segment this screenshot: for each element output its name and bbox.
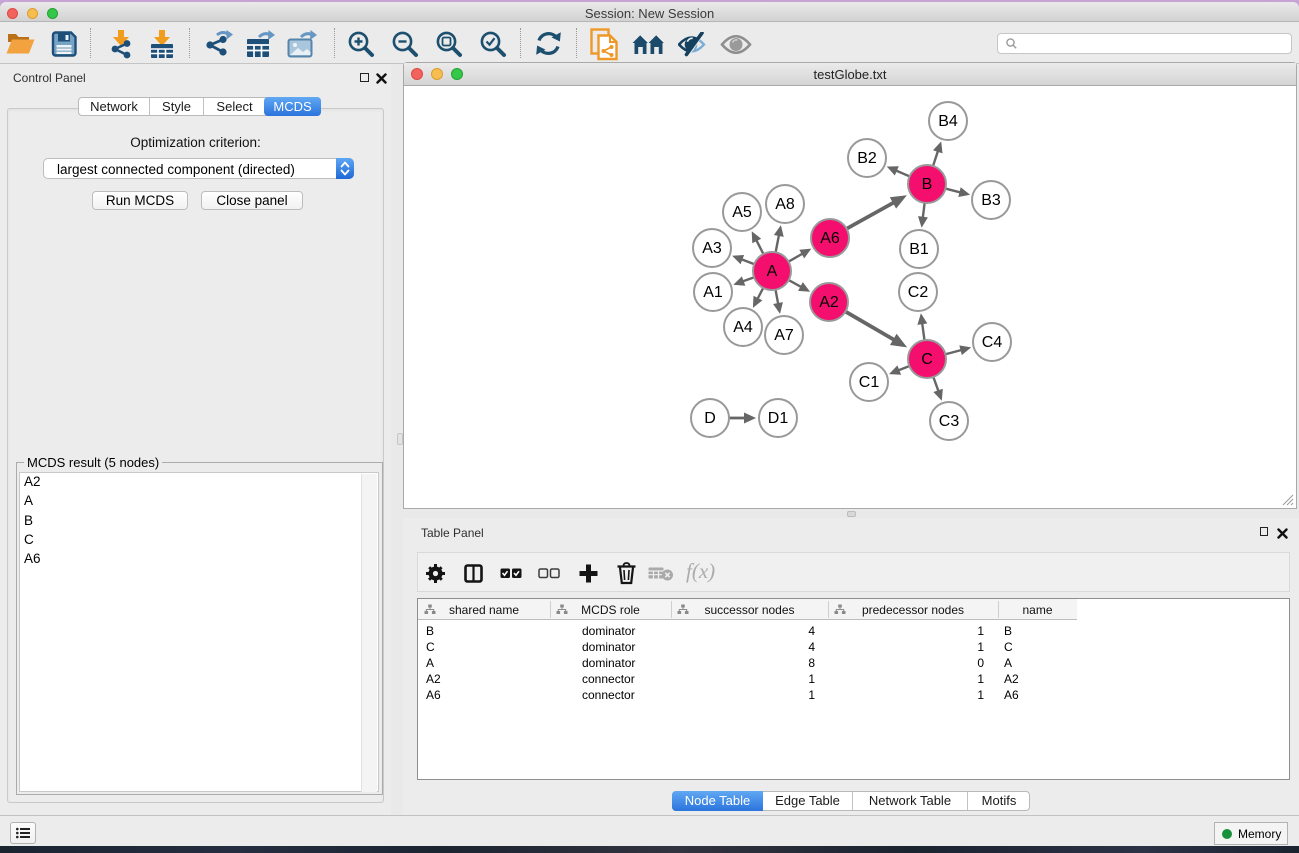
svg-text:C3: C3 [939, 413, 960, 430]
svg-text:C4: C4 [982, 334, 1003, 351]
svg-text:C: C [921, 351, 933, 368]
svg-text:A7: A7 [774, 327, 794, 344]
svg-text:A5: A5 [732, 204, 752, 221]
svg-text:A4: A4 [733, 319, 753, 336]
svg-text:B1: B1 [909, 241, 929, 258]
svg-text:B: B [922, 176, 933, 193]
svg-text:B2: B2 [857, 150, 877, 167]
svg-text:D: D [704, 410, 716, 427]
svg-text:A3: A3 [702, 240, 722, 257]
svg-text:B3: B3 [981, 192, 1001, 209]
svg-text:C2: C2 [908, 284, 929, 301]
svg-text:D1: D1 [768, 410, 789, 427]
svg-text:A6: A6 [820, 230, 840, 247]
svg-text:A: A [767, 263, 778, 280]
svg-text:A2: A2 [819, 294, 839, 311]
svg-text:A1: A1 [703, 284, 723, 301]
svg-text:C1: C1 [859, 374, 880, 391]
svg-text:A8: A8 [775, 196, 795, 213]
svg-text:B4: B4 [938, 113, 958, 130]
